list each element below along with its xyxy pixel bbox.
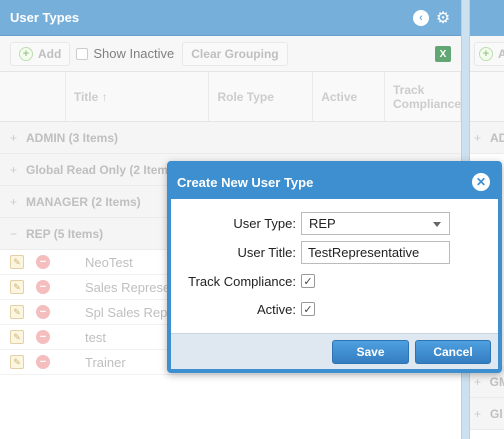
user-type-row: User Type: REP bbox=[171, 211, 498, 235]
dialog-footer: Save Cancel bbox=[171, 333, 498, 369]
cancel-button[interactable]: Cancel bbox=[415, 339, 491, 364]
dialog-header: Create New User Type ✕ bbox=[171, 165, 498, 199]
user-type-select[interactable]: REP bbox=[301, 211, 450, 235]
user-type-label: User Type: bbox=[233, 215, 296, 231]
close-icon[interactable]: ✕ bbox=[472, 173, 490, 191]
user-title-label: User Title: bbox=[237, 244, 296, 260]
create-user-type-dialog: Create New User Type ✕ User Type: REP Us… bbox=[167, 161, 502, 373]
chevron-down-icon bbox=[433, 221, 441, 227]
user-type-value: REP bbox=[309, 215, 336, 231]
save-button[interactable]: Save bbox=[332, 339, 409, 364]
active-label: Active: bbox=[256, 301, 296, 317]
track-compliance-row: Track Compliance: ✓ bbox=[171, 269, 498, 293]
active-checkbox[interactable]: ✓ bbox=[301, 302, 315, 316]
user-title-input[interactable] bbox=[301, 240, 450, 264]
track-compliance-checkbox[interactable]: ✓ bbox=[301, 274, 315, 288]
user-title-row: User Title: bbox=[171, 240, 498, 264]
track-compliance-label: Track Compliance: bbox=[188, 273, 296, 289]
dialog-title: Create New User Type bbox=[177, 174, 314, 190]
dialog-body: User Type: REP User Title: Track Complia… bbox=[171, 199, 498, 333]
active-row: Active: ✓ bbox=[171, 297, 498, 321]
